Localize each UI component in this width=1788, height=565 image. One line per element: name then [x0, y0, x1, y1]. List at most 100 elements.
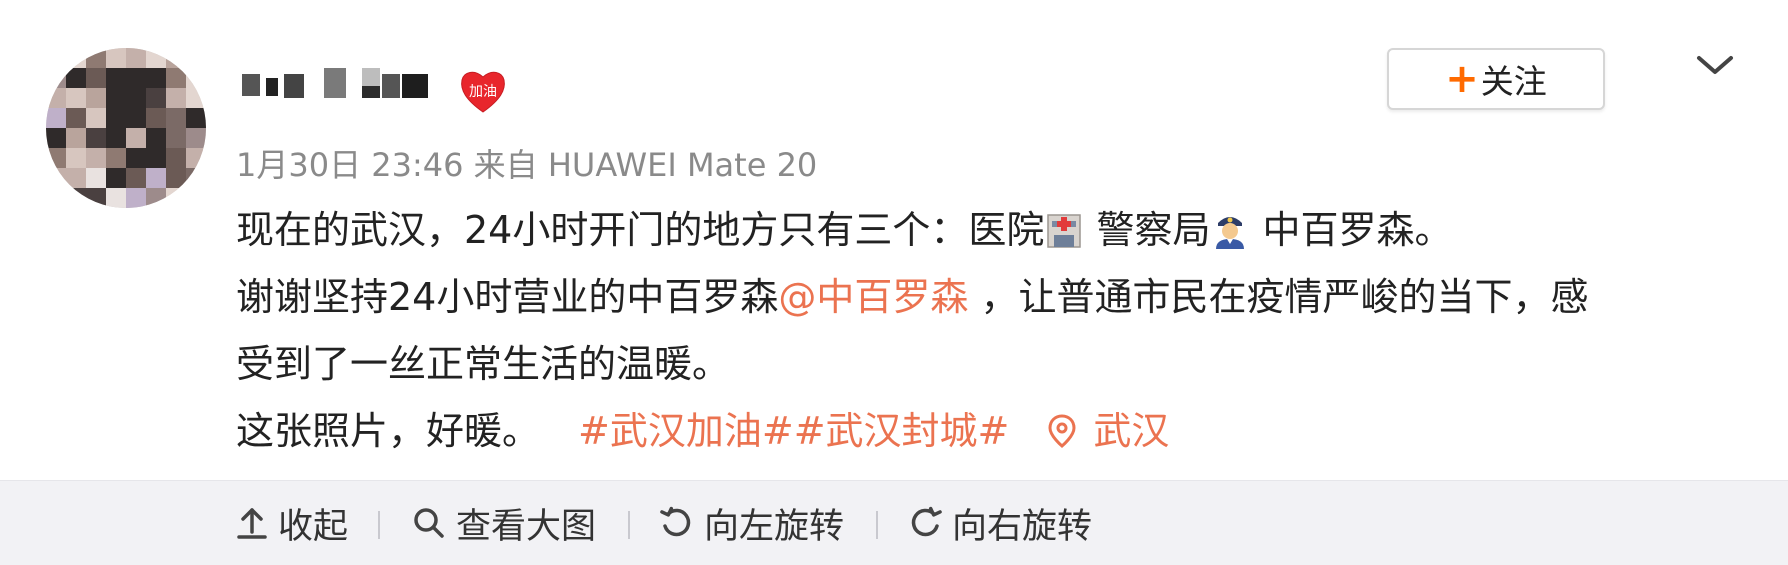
avatar-mosaic-tile	[166, 148, 186, 168]
avatar-mosaic-tile	[86, 88, 106, 108]
post-text: 警察局	[1084, 208, 1211, 252]
avatar-mosaic-tile	[46, 168, 66, 188]
post-text: 谢谢坚持24小时营业的中百罗森	[236, 275, 779, 319]
hospital-emoji	[1047, 214, 1082, 248]
avatar-mosaic-tile	[126, 148, 146, 168]
avatar-mosaic-tile	[186, 88, 206, 108]
rotate-right-icon	[911, 506, 942, 537]
avatar-mosaic-tile	[166, 48, 186, 68]
avatar[interactable]	[46, 48, 206, 208]
avatar-mosaic-tile	[126, 68, 146, 88]
rotate-left-button[interactable]: 向左旋转	[660, 481, 844, 565]
heart-icon: 加油	[461, 71, 505, 113]
post-line-2: 谢谢坚持24小时营业的中百罗森@中百罗森 ，让普通市民在疫情严峻的当下，感	[236, 264, 1706, 331]
avatar-mosaic-tile	[86, 168, 106, 188]
post-date: 1月30日 23:46	[236, 146, 464, 184]
username-redacted[interactable]	[236, 64, 446, 114]
avatar-mosaic-tile	[66, 108, 86, 128]
rotate-left-label: 向左旋转	[704, 506, 845, 547]
rotate-right-label: 向右旋转	[952, 506, 1093, 547]
follow-label: 关注	[1480, 62, 1547, 101]
avatar-mosaic-tile	[46, 48, 66, 68]
avatar-mosaic-tile	[166, 168, 186, 188]
topic-hashtags[interactable]: #武汉加油##武汉封城#	[578, 409, 1009, 453]
jiayou-heart-badge: 加油	[458, 66, 508, 116]
avatar-mosaic-tile	[106, 168, 126, 188]
avatar-mosaic-tile	[146, 68, 166, 88]
avatar-mosaic-tile	[46, 148, 66, 168]
avatar-mosaic-tile	[166, 128, 186, 148]
avatar-mosaic-tile	[106, 128, 126, 148]
avatar-mosaic-tile	[126, 128, 146, 148]
location-link[interactable]: 武汉	[1047, 409, 1169, 453]
post-text: 中百罗森。	[1250, 208, 1453, 252]
location-pin-icon	[1048, 414, 1076, 448]
avatar-mosaic-tile	[46, 88, 66, 108]
avatar-mosaic-tile	[166, 188, 186, 208]
post-text: 这张照片，好暖。	[236, 409, 541, 453]
post-body: 现在的武汉，24小时开门的地方只有三个：医院 警察局 中百罗森。 谢谢坚持24小…	[236, 197, 1706, 465]
avatar-mosaic-tile	[186, 148, 206, 168]
avatar-mosaic-tile	[146, 188, 166, 208]
mention-link[interactable]: @中百罗森	[778, 275, 968, 319]
rotate-left-icon	[660, 506, 691, 537]
avatar-mosaic-tile	[86, 188, 106, 208]
post-text: 现在的武汉，24小时开门的地方只有三个：医院	[236, 208, 1045, 252]
avatar-mosaic-tile	[186, 168, 206, 188]
avatar-mosaic-tile	[146, 168, 166, 188]
avatar-mosaic-tile	[46, 108, 66, 128]
avatar-mosaic-tile	[186, 48, 206, 68]
avatar-mosaic-tile	[66, 188, 86, 208]
avatar-mosaic-tile	[46, 68, 66, 88]
avatar-mosaic-tile	[186, 188, 206, 208]
avatar-mosaic-tile	[186, 68, 206, 88]
avatar-mosaic-tile	[106, 108, 126, 128]
police-officer-emoji	[1216, 217, 1245, 249]
avatar-mosaic-tile	[146, 128, 166, 148]
avatar-mosaic-tile	[106, 68, 126, 88]
post-source-prefix: 来自	[473, 146, 538, 184]
badge-label: 加油	[469, 84, 497, 100]
rotate-right-button[interactable]: 向右旋转	[908, 481, 1092, 565]
avatar-mosaic-tile	[66, 48, 86, 68]
collapse-label: 收起	[278, 506, 349, 547]
avatar-mosaic-tile	[126, 48, 146, 68]
avatar-mosaic-tile	[86, 108, 106, 128]
avatar-mosaic-tile	[86, 128, 106, 148]
plus-icon: +	[1445, 56, 1479, 102]
toolbar-divider	[628, 511, 630, 539]
avatar-mosaic-tile	[86, 48, 106, 68]
avatar-mosaic-tile	[66, 68, 86, 88]
avatar-mosaic-tile	[166, 108, 186, 128]
post-line-4: 这张照片，好暖。 #武汉加油##武汉封城# 武汉	[236, 398, 1706, 465]
toolbar-divider	[876, 511, 878, 539]
post-text: ，让普通市民在疫情严峻的当下，感	[968, 275, 1589, 319]
chevron-down-icon[interactable]	[1695, 50, 1735, 80]
avatar-mosaic-tile	[86, 148, 106, 168]
avatar-mosaic-tile	[66, 128, 86, 148]
location-label: 武汉	[1093, 409, 1170, 453]
avatar-mosaic-tile	[126, 108, 146, 128]
view-large-image-button[interactable]: 查看大图	[412, 481, 596, 565]
avatar-mosaic-tile	[166, 68, 186, 88]
post-text: 受到了一丝正常生活的温暖。	[236, 342, 731, 386]
view-large-image-label: 查看大图	[456, 506, 597, 547]
collapse-button[interactable]: 收起	[236, 481, 348, 565]
avatar-mosaic-tile	[146, 148, 166, 168]
avatar-mosaic-tile	[126, 88, 146, 108]
avatar-mosaic-tile	[126, 188, 146, 208]
avatar-mosaic-tile	[46, 188, 66, 208]
post-line-3: 受到了一丝正常生活的温暖。	[236, 331, 1706, 398]
avatar-mosaic-tile	[66, 148, 86, 168]
collapse-up-icon	[237, 508, 267, 539]
avatar-mosaic-tile	[46, 128, 66, 148]
post-device[interactable]: HUAWEI Mate 20	[548, 146, 817, 184]
post-line-1: 现在的武汉，24小时开门的地方只有三个：医院 警察局 中百罗森。	[236, 197, 1706, 264]
avatar-mosaic-tile	[126, 168, 146, 188]
avatar-mosaic-tile	[146, 48, 166, 68]
post-meta: 1月30日 23:46 来自 HUAWEI Mate 20	[236, 140, 817, 186]
avatar-mosaic-tile	[106, 148, 126, 168]
avatar-mosaic-tile	[106, 88, 126, 108]
follow-button[interactable]: + 关注	[1387, 48, 1605, 110]
avatar-mosaic-tile	[146, 88, 166, 108]
